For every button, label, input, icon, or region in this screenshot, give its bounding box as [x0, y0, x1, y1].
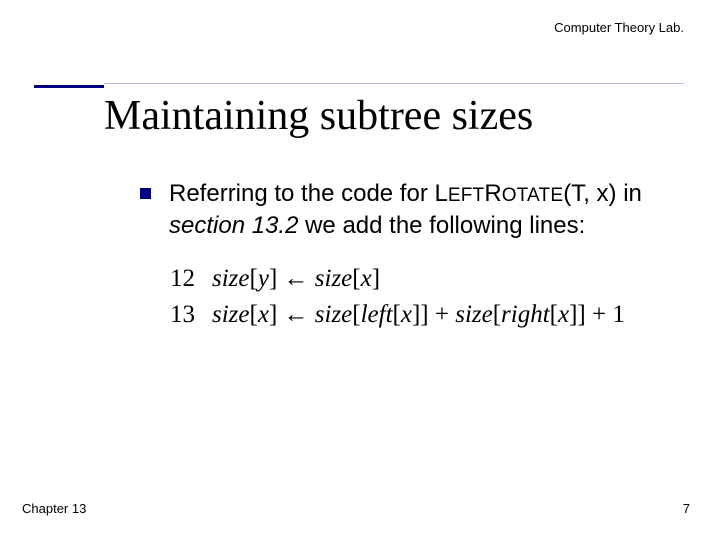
line-number: 13: [170, 297, 212, 333]
bullet-icon: [140, 188, 151, 199]
bullet-item: Referring to the code for LeftRotate(T, …: [140, 178, 680, 243]
slide-title: Maintaining subtree sizes: [104, 92, 533, 140]
code-text: size[y] ← size[x]: [212, 261, 380, 297]
func-args: (T, x) in: [563, 180, 642, 207]
body-content: Referring to the code for LeftRotate(T, …: [140, 178, 680, 333]
title-divider: [104, 83, 684, 84]
title-accent-bar: [34, 85, 104, 88]
section-ref: section 13.2: [169, 212, 305, 239]
code-text: size[x] ← size[left[x]] + size[right[x]]…: [212, 297, 625, 333]
lab-label: Computer Theory Lab.: [554, 20, 684, 35]
text-suffix: we add the following lines:: [305, 212, 585, 239]
page-number: 7: [683, 501, 690, 516]
line-number: 12: [170, 261, 212, 297]
code-block: 12 size[y] ← size[x] 13 size[x] ← size[l…: [170, 261, 680, 334]
chapter-label: Chapter 13: [22, 501, 86, 516]
code-line-13: 13 size[x] ← size[left[x]] + size[right[…: [170, 297, 680, 333]
bullet-text: Referring to the code for LeftRotate(T, …: [169, 178, 680, 243]
code-line-12: 12 size[y] ← size[x]: [170, 261, 680, 297]
func-name: LeftRotate: [434, 180, 563, 207]
text-prefix: Referring to the code for: [169, 180, 434, 207]
